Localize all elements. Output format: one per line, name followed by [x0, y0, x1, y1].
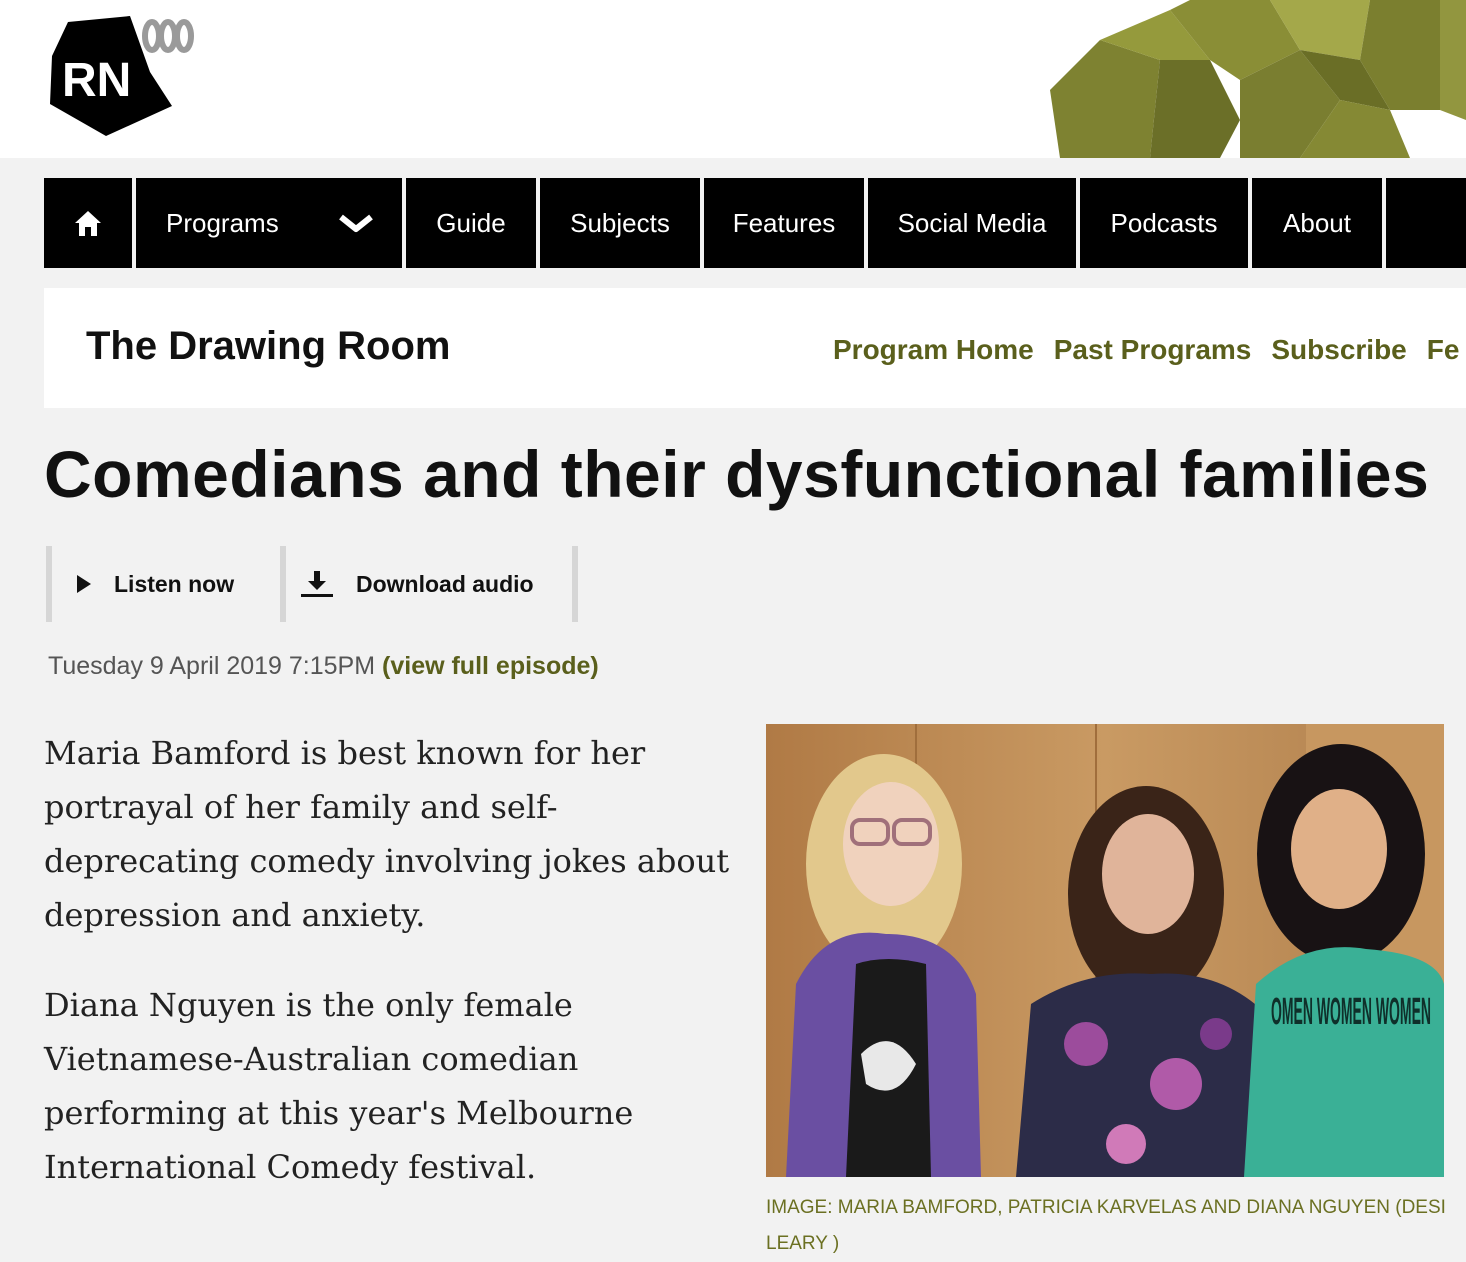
nav-features-label: Features [732, 207, 836, 238]
site-header: RN [0, 0, 1466, 158]
nav-home[interactable] [44, 178, 132, 268]
nav-about-label: About [1283, 207, 1351, 238]
primary-nav: Programs Guide Subjects Features Social … [44, 178, 1466, 268]
abc-logo-icon [142, 19, 194, 53]
article-headline: Comedians and their dysfunctional famili… [44, 437, 1430, 511]
broadcast-date: Tuesday 9 April 2019 7:15PM (view full e… [48, 652, 599, 681]
subscribe-link[interactable]: Subscribe [1271, 334, 1406, 366]
date-text: Tuesday 9 April 2019 7:15PM [48, 652, 376, 680]
program-links: Program Home Past Programs Subscribe Fe [833, 334, 1459, 366]
article-body: Maria Bamford is best known for her port… [44, 726, 734, 1230]
nav-about[interactable]: About [1252, 178, 1382, 268]
nav-subjects[interactable]: Subjects [540, 178, 700, 268]
article-paragraph: Diana Nguyen is the only female Vietname… [44, 986, 634, 1186]
nav-more[interactable] [1386, 178, 1466, 268]
nav-programs-label: Programs [166, 207, 279, 238]
chevron-down-icon [339, 214, 373, 232]
nav-features[interactable]: Features [704, 178, 864, 268]
program-bar: The Drawing Room Program Home Past Progr… [44, 288, 1466, 408]
photo-caption: IMAGE: MARIA BAMFORD, PATRICIA KARVELAS … [766, 1197, 1446, 1254]
nav-guide[interactable]: Guide [406, 178, 536, 268]
features-link[interactable]: Fe [1427, 334, 1460, 366]
download-icon [301, 571, 333, 597]
rn-logo[interactable]: RN [48, 14, 208, 139]
download-audio-label: Download audio [356, 570, 534, 597]
nav-social-media-label: Social Media [897, 207, 1047, 238]
view-full-episode-link[interactable]: (view full episode) [382, 652, 599, 680]
nav-podcasts-label: Podcasts [1110, 207, 1218, 238]
program-home-link[interactable]: Program Home [833, 334, 1034, 366]
download-audio-button[interactable]: Download audio [286, 546, 572, 622]
audio-controls: Listen now Download audio [46, 546, 578, 622]
nav-programs[interactable]: Programs [136, 178, 402, 268]
nav-social-media[interactable]: Social Media [868, 178, 1076, 268]
decorative-header-art [1050, 0, 1466, 158]
article-photo[interactable]: OMEN WOMEN WOMEN [766, 724, 1444, 1177]
nav-guide-label: Guide [436, 207, 506, 238]
play-icon [77, 575, 91, 593]
nav-podcasts[interactable]: Podcasts [1080, 178, 1248, 268]
home-icon [75, 211, 101, 236]
listen-now-button[interactable]: Listen now [52, 546, 280, 622]
article-paragraph: Maria Bamford is best known for her port… [44, 734, 730, 934]
shirt-text: OMEN WOMEN WOMEN [1271, 991, 1431, 1033]
listen-now-label: Listen now [114, 570, 235, 597]
program-title[interactable]: The Drawing Room [86, 324, 450, 369]
nav-subjects-label: Subjects [570, 207, 670, 238]
logo-text: RN [62, 54, 131, 107]
past-programs-link[interactable]: Past Programs [1054, 334, 1252, 366]
audio-divider [572, 546, 578, 622]
